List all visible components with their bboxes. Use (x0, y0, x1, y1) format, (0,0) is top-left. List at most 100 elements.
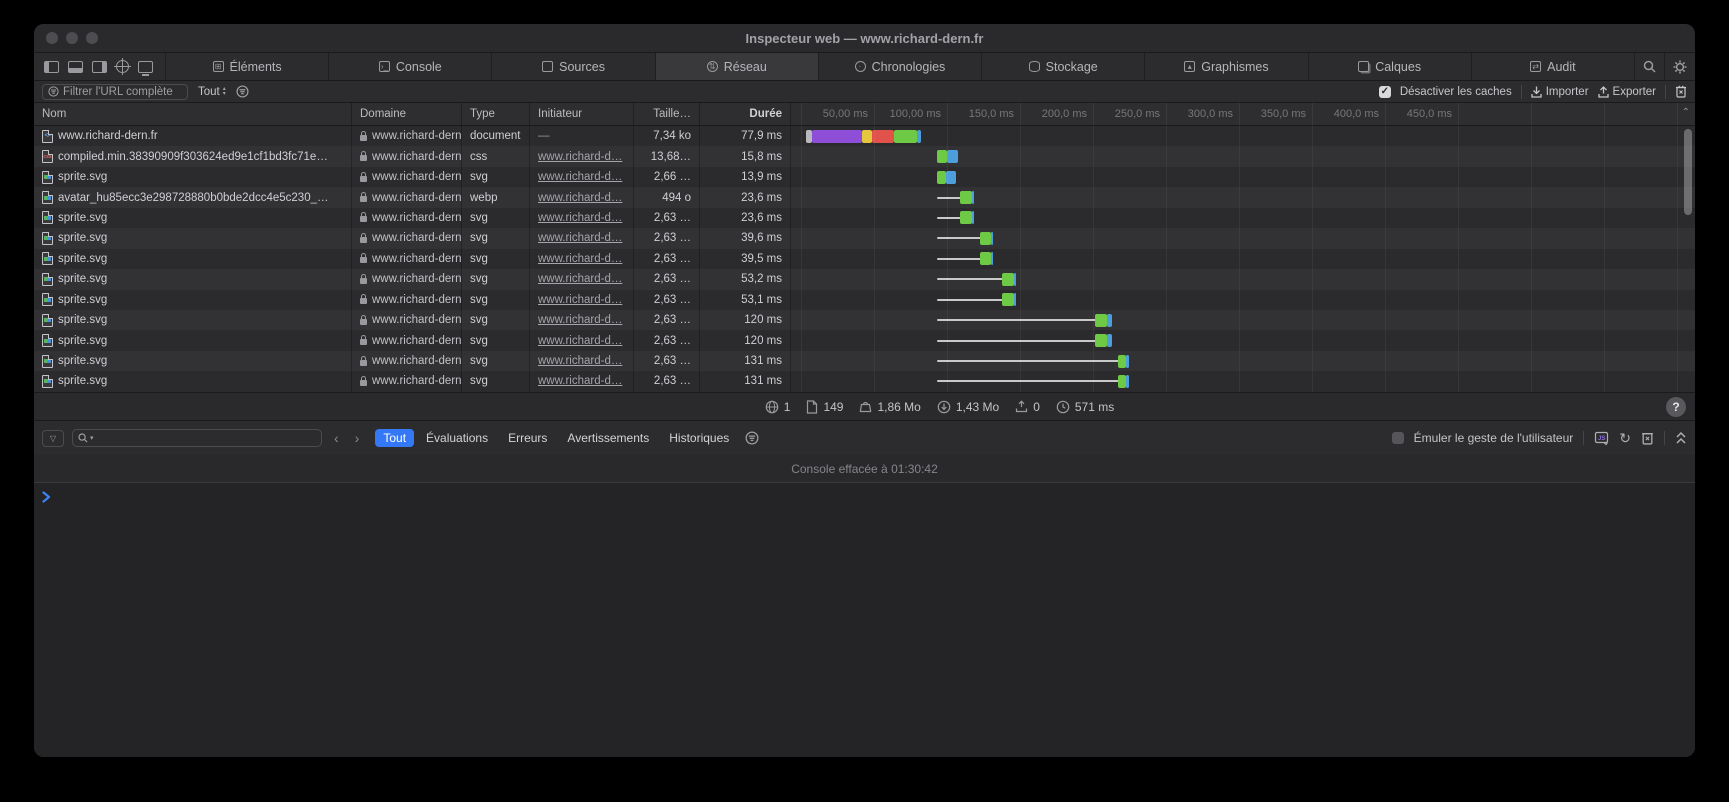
initiator-link[interactable]: www.richard-d… (538, 212, 622, 224)
cell-waterfall (791, 330, 1695, 350)
tab-chronologies[interactable]: ·Chronologies (819, 53, 982, 80)
lock-icon (360, 360, 367, 366)
cell-size: 13,68… (634, 146, 700, 166)
initiator-link[interactable]: www.richard-d… (538, 253, 622, 265)
waterfall-wait-line (937, 299, 1003, 301)
clear-network-items-icon[interactable] (1675, 85, 1687, 98)
column-header-initiator[interactable]: Initiateur (530, 103, 634, 125)
table-row[interactable]: sprite.svgwww.richard-dern.frsvgwww.rich… (34, 269, 1695, 289)
clear-console-icon[interactable] (1641, 431, 1654, 445)
cell-type: svg (462, 290, 530, 310)
cell-duration: 13,9 ms (700, 167, 791, 187)
export-button[interactable]: Exporter (1598, 86, 1656, 98)
domain-text: www.richard-dern.fr (372, 294, 462, 306)
initiator-link[interactable]: www.richard-d… (538, 375, 622, 387)
cell-duration: 77,9 ms (700, 126, 791, 146)
tab-stockage[interactable]: Stockage (982, 53, 1145, 80)
tab-audit[interactable]: ⇄Audit (1472, 53, 1635, 80)
console-scope-erreurs[interactable]: Erreurs (500, 429, 555, 447)
tab-réseau[interactable]: ⇅Réseau (656, 53, 819, 80)
help-button[interactable]: ? (1666, 397, 1686, 417)
table-row[interactable]: sprite.svgwww.richard-dern.frsvgwww.rich… (34, 249, 1695, 269)
initiator-link[interactable]: www.richard-d… (538, 335, 622, 347)
emulate-user-gesture-checkbox[interactable] (1392, 432, 1404, 444)
refresh-icon[interactable]: ↻ (1619, 430, 1631, 447)
export-icon (1598, 86, 1609, 98)
waterfall-bar-segment (1118, 355, 1126, 368)
network-icon: ⇅ (707, 61, 718, 72)
console-mode-button[interactable]: ▽ (42, 430, 64, 447)
initiator-link[interactable]: www.richard-d… (538, 294, 622, 306)
console-prompt-icon (42, 491, 51, 503)
js-context-icon[interactable]: JS (1594, 431, 1609, 446)
dock-bottom-icon[interactable] (68, 61, 83, 73)
emulate-user-gesture-label: Émuler le geste de l'utilisateur (1414, 431, 1574, 445)
filter-options-icon[interactable] (236, 85, 249, 98)
column-header-duration[interactable]: Durée (700, 103, 791, 125)
zoom-window-button[interactable] (86, 32, 98, 44)
initiator-link[interactable]: www.richard-d… (538, 192, 622, 204)
table-row[interactable]: sprite.svgwww.richard-dern.frsvgwww.rich… (34, 290, 1695, 310)
tab-sources[interactable]: Sources (492, 53, 655, 80)
table-row[interactable]: sprite.svgwww.richard-dern.frsvgwww.rich… (34, 330, 1695, 350)
console-filter-icon[interactable] (745, 431, 759, 445)
element-picker-icon[interactable] (116, 60, 129, 73)
table-row[interactable]: sprite.svgwww.richard-dern.frsvgwww.rich… (34, 310, 1695, 330)
next-result-button[interactable]: › (351, 430, 364, 446)
console-cleared-message: Console effacée à 01:30:42 (34, 455, 1695, 483)
device-icon[interactable] (138, 61, 153, 73)
close-window-button[interactable] (46, 32, 58, 44)
minimize-window-button[interactable] (66, 32, 78, 44)
table-row[interactable]: sprite.svgwww.richard-dern.frsvgwww.rich… (34, 228, 1695, 248)
dock-right-icon[interactable] (92, 61, 107, 73)
console-scope-historiques[interactable]: Historiques (661, 429, 737, 447)
settings-button[interactable] (1665, 53, 1695, 80)
waterfall-bar-segment (1095, 334, 1107, 347)
column-header-type[interactable]: Type (462, 103, 530, 125)
table-row[interactable]: www.richard-dern.frwww.richard-dern.frdo… (34, 126, 1695, 146)
initiator-link[interactable]: www.richard-d… (538, 314, 622, 326)
vertical-scrollbar[interactable] (1684, 129, 1692, 215)
table-row[interactable]: compiled.min.38390909f303624ed9e1cf1bd3f… (34, 146, 1695, 166)
console-search-field[interactable]: ▾ (72, 429, 322, 447)
initiator-link[interactable]: www.richard-d… (538, 171, 622, 183)
image-file-icon (42, 211, 53, 224)
cell-size: 2,63 … (634, 208, 700, 228)
initiator-link[interactable]: www.richard-d… (538, 151, 622, 163)
upload-icon (1015, 400, 1028, 413)
tab-graphismes[interactable]: ▴Graphismes (1145, 53, 1308, 80)
expand-console-icon[interactable] (1675, 431, 1687, 445)
console-prompt[interactable] (34, 483, 1695, 757)
table-row[interactable]: sprite.svgwww.richard-dern.frsvgwww.rich… (34, 167, 1695, 187)
tab-console[interactable]: ›_Console (329, 53, 492, 80)
previous-result-button[interactable]: ‹ (330, 430, 343, 446)
search-icon (78, 433, 88, 443)
console-icon: ›_ (379, 61, 390, 72)
table-row[interactable]: avatar_hu85ecc3e298728880b0bde2dcc4e5c23… (34, 187, 1695, 207)
dock-left-icon[interactable] (44, 61, 59, 73)
initiator-link[interactable]: www.richard-d… (538, 232, 622, 244)
console-scope-tout[interactable]: Tout (375, 429, 414, 447)
image-file-icon (42, 232, 53, 245)
collapse-timeline-icon[interactable]: ⌃ (1682, 107, 1690, 118)
table-row[interactable]: sprite.svgwww.richard-dern.frsvgwww.rich… (34, 208, 1695, 228)
column-header-size[interactable]: Taille… (634, 103, 700, 125)
disable-caches-checkbox[interactable]: ✓ (1379, 86, 1391, 98)
console-scope-évaluations[interactable]: Évaluations (418, 429, 496, 447)
tab-label: Sources (559, 60, 605, 74)
cell-waterfall (791, 228, 1695, 248)
column-header-domain[interactable]: Domaine (352, 103, 462, 125)
initiator-link[interactable]: www.richard-d… (538, 355, 622, 367)
initiator-link[interactable]: www.richard-d… (538, 273, 622, 285)
table-row[interactable]: sprite.svgwww.richard-dern.frsvgwww.rich… (34, 351, 1695, 371)
tab-calques[interactable]: Calques (1309, 53, 1472, 80)
import-button[interactable]: Importer (1531, 86, 1589, 98)
domain-text: www.richard-dern.fr (372, 212, 462, 224)
resource-type-select[interactable]: Tout ▴▾ (198, 86, 226, 98)
table-row[interactable]: sprite.svgwww.richard-dern.frsvgwww.rich… (34, 371, 1695, 391)
tab-éléments[interactable]: ⊞Éléments (166, 53, 329, 80)
url-filter-field[interactable]: Filtrer l'URL complète (42, 84, 188, 100)
column-header-name[interactable]: Nom (34, 103, 352, 125)
console-scope-avertissements[interactable]: Avertissements (559, 429, 657, 447)
search-button[interactable] (1635, 53, 1665, 80)
